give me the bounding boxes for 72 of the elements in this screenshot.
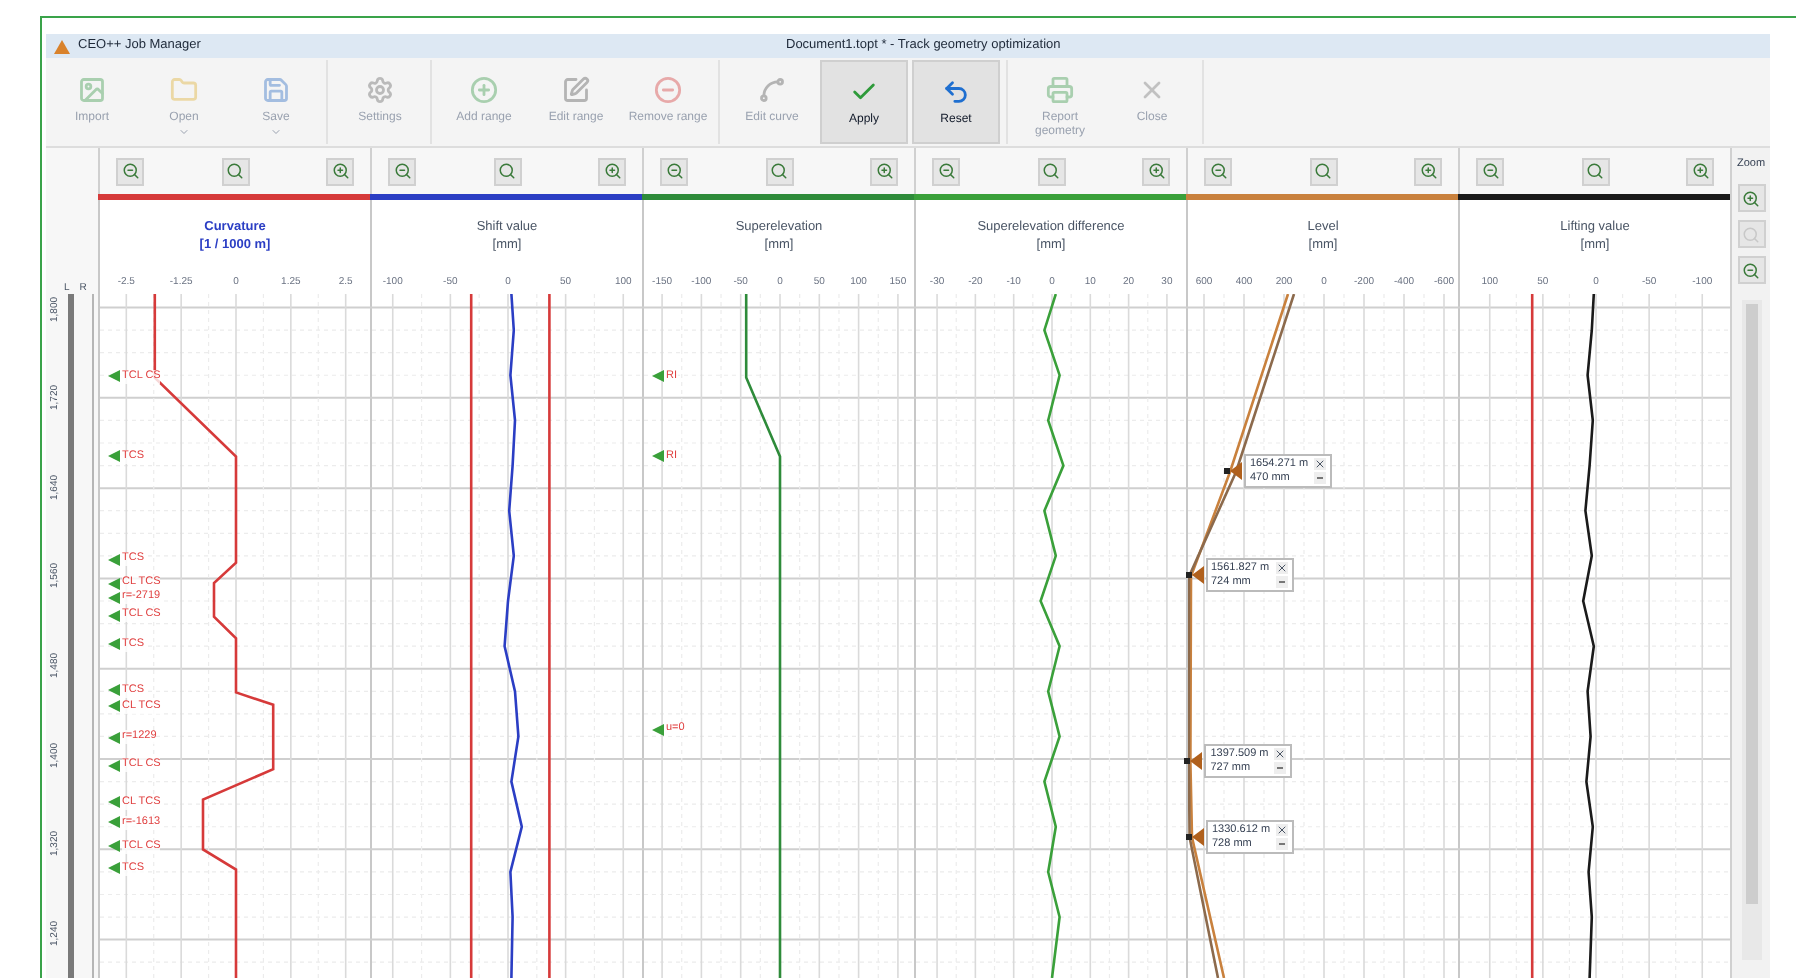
minus-icon[interactable]	[1314, 472, 1327, 484]
minus-icon[interactable]	[1274, 761, 1287, 774]
search-icon	[498, 162, 516, 180]
close-icon[interactable]	[1275, 562, 1288, 575]
search-icon	[1586, 162, 1604, 180]
search-icon	[1314, 162, 1332, 180]
marker-icon	[1186, 827, 1204, 846]
logo-icon	[54, 39, 70, 53]
marker-icon	[1185, 566, 1203, 585]
minus-circle-icon	[654, 76, 682, 104]
zoom-button[interactable]	[1476, 157, 1504, 185]
zoom-button[interactable]	[1737, 184, 1765, 213]
zoom-out-icon	[665, 162, 683, 180]
close-icon[interactable]	[1274, 747, 1287, 760]
zoom-button[interactable]	[932, 157, 960, 185]
zoom-button[interactable]	[493, 157, 521, 185]
marker-icon	[1224, 462, 1242, 480]
zoom-out-icon	[1481, 162, 1499, 180]
printer-icon	[1046, 76, 1074, 104]
flag-icon	[108, 638, 120, 650]
curve-icon	[758, 76, 786, 104]
image-icon	[78, 76, 106, 104]
zoom-button[interactable]	[388, 157, 416, 185]
edit-icon	[562, 76, 590, 104]
zoom-in-icon	[1742, 189, 1760, 208]
minus-icon[interactable]	[1275, 576, 1288, 589]
minus-icon[interactable]	[1276, 837, 1289, 850]
zoom-button[interactable]	[1142, 157, 1170, 185]
zoom-button[interactable]	[221, 157, 249, 185]
zoom-button[interactable]	[1204, 157, 1232, 185]
zoom-in-icon	[1419, 162, 1437, 180]
zoom-out-icon	[1742, 261, 1760, 280]
zoom-out-icon	[393, 162, 411, 180]
zoom-out-icon	[1209, 162, 1227, 180]
zoom-button[interactable]	[598, 157, 626, 185]
gear-icon	[366, 76, 394, 104]
zoom-button[interactable]	[660, 157, 688, 185]
save-icon	[262, 76, 290, 104]
zoom-in-icon	[331, 162, 349, 180]
zoom-button[interactable]	[765, 157, 793, 185]
zoom-button[interactable]	[870, 157, 898, 185]
zoom-in-icon	[1147, 162, 1165, 180]
marker-icon	[1184, 751, 1203, 770]
search-icon	[226, 162, 244, 180]
zoom-button[interactable]	[116, 157, 144, 185]
zoom-button[interactable]	[1414, 157, 1442, 185]
caret-icon	[270, 126, 282, 138]
zoom-button[interactable]	[1581, 157, 1609, 185]
scrollbar[interactable]	[1741, 300, 1761, 961]
zoom-button[interactable]	[1737, 256, 1765, 285]
search-icon	[770, 162, 788, 180]
flag-icon	[652, 723, 664, 736]
close-icon[interactable]	[1276, 823, 1289, 836]
zoom-button[interactable]	[1309, 157, 1337, 185]
zoom-in-icon	[1691, 162, 1709, 180]
zoom-in-icon	[603, 162, 621, 180]
zoom-out-icon	[937, 162, 955, 180]
caret-icon	[178, 126, 190, 138]
zoom-button[interactable]	[326, 157, 354, 185]
search-icon	[1742, 225, 1760, 244]
zoom-in-icon	[875, 162, 893, 180]
undo-icon	[942, 78, 970, 106]
search-icon	[1042, 162, 1060, 180]
close-icon	[1138, 76, 1166, 104]
folder-icon	[170, 76, 198, 104]
zoom-button[interactable]	[1686, 157, 1714, 185]
flag-icon	[652, 370, 664, 383]
plus-circle-icon	[470, 76, 498, 104]
zoom-button[interactable]	[1037, 157, 1065, 185]
zoom-out-icon	[121, 162, 139, 180]
close-icon[interactable]	[1314, 458, 1327, 470]
flag-icon	[652, 450, 664, 463]
